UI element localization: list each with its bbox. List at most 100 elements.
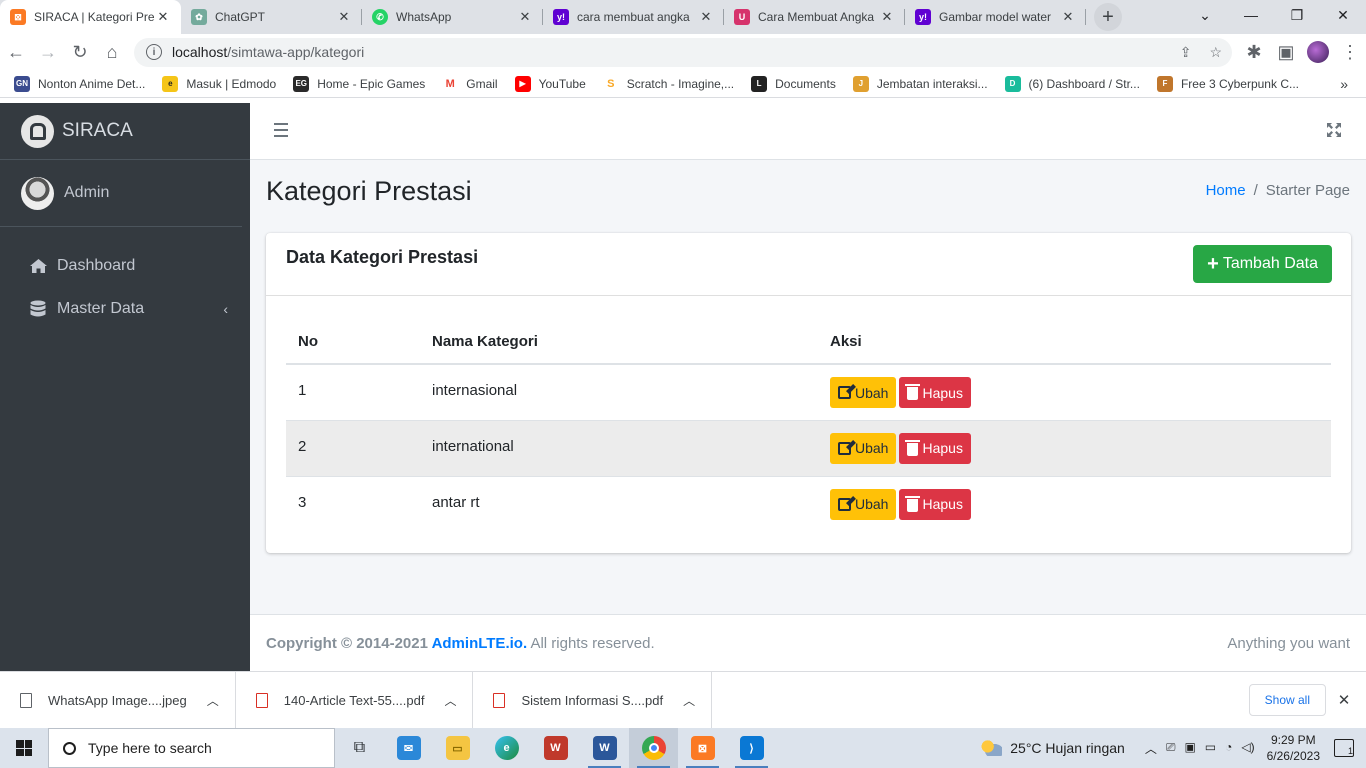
bookmark-favicon-icon: EG: [293, 75, 310, 92]
bookmarks-overflow-icon[interactable]: »: [1340, 76, 1348, 92]
share-icon[interactable]: ⇪: [1180, 44, 1192, 61]
close-window-button[interactable]: ✕: [1320, 0, 1366, 30]
browser-tab-2[interactable]: ✆ WhatsApp ✕: [362, 0, 543, 34]
chevron-up-icon[interactable]: ︿: [1145, 740, 1157, 757]
browser-tab-1[interactable]: ✿ ChatGPT ✕: [181, 0, 362, 34]
download-item[interactable]: Sistem Informasi S....pdf ︿: [473, 671, 713, 729]
bookmark-item[interactable]: J Jembatan interaksi...: [852, 75, 988, 92]
bookmark-item[interactable]: L Documents: [751, 75, 836, 92]
taskbar-app-winrar[interactable]: W: [531, 728, 580, 768]
weather-widget[interactable]: 25°C Hujan ringan: [980, 740, 1125, 756]
taskbar-app-mail[interactable]: ✉: [384, 728, 433, 768]
bookmark-item[interactable]: GN Nonton Anime Det...: [14, 75, 145, 92]
browser-tab-5[interactable]: y! Gambar model water ✕: [905, 0, 1086, 34]
battery-icon[interactable]: ▭: [1205, 740, 1216, 757]
adminlte-link[interactable]: AdminLTE.io.: [432, 635, 528, 652]
taskbar-app-vscode[interactable]: ⟩: [727, 728, 776, 768]
word-icon: W: [592, 736, 617, 760]
browser-tab-3[interactable]: y! cara membuat angka ✕: [543, 0, 724, 34]
wifi-icon[interactable]: ◔: [1225, 740, 1232, 757]
cell-no: 1: [286, 363, 420, 420]
volume-icon[interactable]: ◁): [1241, 740, 1254, 757]
fullscreen-icon[interactable]: [1326, 122, 1344, 140]
new-tab-button[interactable]: +: [1094, 3, 1122, 31]
breadcrumb-separator: /: [1253, 182, 1258, 199]
bookmark-item[interactable]: F Free 3 Cyberpunk C...: [1156, 75, 1299, 92]
tab-label: cara membuat angka: [577, 10, 690, 24]
extensions-icon[interactable]: ✱: [1238, 36, 1270, 68]
forward-button[interactable]: →: [32, 36, 64, 68]
download-item[interactable]: WhatsApp Image....jpeg ︿: [0, 671, 236, 729]
taskbar-app-explorer[interactable]: ▭: [433, 728, 482, 768]
tab-close-icon[interactable]: ✕: [517, 9, 533, 25]
show-all-button[interactable]: Show all: [1248, 684, 1326, 716]
download-item[interactable]: 140-Article Text-55....pdf ︿: [236, 671, 474, 729]
tab-close-icon[interactable]: ✕: [698, 9, 714, 25]
address-bar[interactable]: i localhost/simtawa-app/kategori ⇪ ☆: [134, 37, 1232, 67]
chevron-left-icon: ‹: [223, 301, 228, 317]
minimize-button[interactable]: —: [1228, 0, 1274, 30]
taskbar-app-chrome[interactable]: [629, 728, 678, 768]
delete-button[interactable]: Hapus: [899, 377, 971, 408]
profile-avatar[interactable]: [1302, 36, 1334, 68]
bookmark-item[interactable]: D (6) Dashboard / Str...: [1004, 75, 1140, 92]
taskbar-app-word[interactable]: W: [580, 728, 629, 768]
bookmark-label: Scratch - Imagine,...: [626, 76, 735, 91]
bookmark-item[interactable]: e Masuk | Edmodo: [162, 75, 276, 92]
bookmark-star-icon[interactable]: ☆: [1209, 44, 1222, 61]
bookmark-item[interactable]: ▶ YouTube: [514, 75, 586, 92]
edit-button[interactable]: Ubah: [830, 488, 897, 520]
user-panel[interactable]: Admin: [0, 160, 242, 227]
tab-close-icon[interactable]: ✕: [879, 9, 895, 25]
chevron-up-icon[interactable]: ︿: [207, 692, 219, 709]
bookmark-favicon-icon: F: [1156, 75, 1173, 92]
bookmark-item[interactable]: M Gmail: [442, 75, 498, 92]
restore-button[interactable]: ❐: [1274, 0, 1320, 30]
network-icon[interactable]: ▣: [1184, 740, 1195, 757]
side-panel-icon[interactable]: ▣: [1270, 36, 1302, 68]
clock[interactable]: 9:29 PM 6/26/2023: [1267, 732, 1320, 764]
chevron-up-icon[interactable]: ︿: [444, 692, 456, 709]
sidebar-item-dashboard[interactable]: Dashboard: [8, 246, 242, 286]
start-button[interactable]: [0, 728, 48, 768]
clock-date: 6/26/2023: [1266, 749, 1320, 763]
menu-toggle-icon[interactable]: [274, 123, 288, 137]
delete-button[interactable]: Hapus: [899, 432, 971, 464]
tab-close-icon[interactable]: ✕: [155, 9, 171, 25]
pdf-file-icon: [493, 692, 506, 708]
tab-close-icon[interactable]: ✕: [1060, 9, 1076, 25]
bookmark-item[interactable]: S Scratch - Imagine,...: [602, 75, 735, 92]
close-icon[interactable]: ✕: [1334, 691, 1354, 709]
openai-icon: ✿: [191, 9, 207, 25]
brand-link[interactable]: SIRACA: [0, 103, 250, 160]
sidebar-item-master-data[interactable]: Master Data ‹: [8, 289, 242, 329]
taskbar-app-edge[interactable]: e: [482, 728, 531, 768]
meet-icon[interactable]: ⎚: [1166, 740, 1176, 757]
taskbar-search-input[interactable]: Type here to search: [48, 728, 335, 768]
browser-tab-4[interactable]: U Cara Membuat Angka ✕: [724, 0, 905, 34]
tab-close-icon[interactable]: ✕: [336, 9, 352, 25]
edit-button[interactable]: Ubah: [830, 377, 897, 408]
breadcrumb-home-link[interactable]: Home: [1206, 182, 1246, 199]
task-view-button[interactable]: ⧉: [335, 728, 384, 768]
chevron-up-icon[interactable]: ︿: [683, 692, 695, 709]
taskbar-app-xampp[interactable]: ⊠: [678, 728, 727, 768]
menu-kebab-icon[interactable]: ⋮: [1334, 36, 1366, 68]
home-button[interactable]: ⌂: [96, 36, 128, 68]
edit-button[interactable]: Ubah: [830, 432, 897, 464]
trash-icon: [905, 384, 921, 400]
add-data-button[interactable]: + Tambah Data: [1193, 245, 1332, 283]
reload-button[interactable]: ↻: [64, 36, 96, 68]
notification-count: 1: [1347, 746, 1353, 756]
bookmark-item[interactable]: EG Home - Epic Games: [293, 75, 425, 92]
site-info-icon[interactable]: i: [146, 44, 162, 60]
delete-button[interactable]: Hapus: [899, 488, 971, 520]
bookmark-favicon-icon: M: [442, 75, 459, 92]
bookmarks-bar: GN Nonton Anime Det... e Masuk | Edmodo EG…: [0, 70, 1366, 98]
back-button[interactable]: ←: [0, 36, 32, 68]
column-header-aksi: Aksi: [818, 320, 1331, 365]
notification-icon[interactable]: 1: [1334, 739, 1354, 757]
browser-tab-0[interactable]: ⊠ SIRACA | Kategori Prestasi ✕: [0, 0, 181, 34]
edit-label: Ubah: [855, 440, 889, 456]
tab-search-icon[interactable]: ⌄: [1182, 0, 1228, 30]
